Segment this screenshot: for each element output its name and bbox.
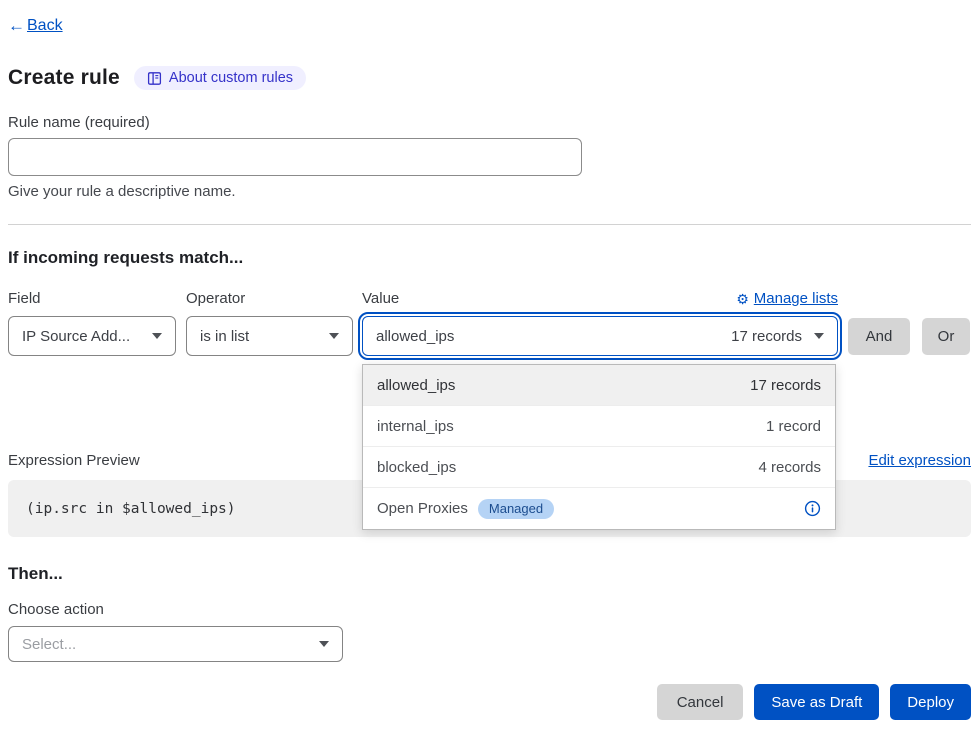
list-record-count: 4 records (758, 459, 821, 476)
book-icon (147, 71, 162, 86)
create-rule-page: ←Back Create rule About custom rules Rul… (0, 0, 979, 739)
manage-lists-label: Manage lists (754, 290, 838, 307)
chevron-down-icon (152, 333, 162, 339)
chevron-down-icon (319, 641, 329, 647)
about-custom-rules-link[interactable]: About custom rules (134, 66, 306, 90)
chevron-down-icon (814, 333, 824, 339)
value-dropdown-menu: allowed_ips 17 records internal_ips 1 re… (362, 364, 836, 530)
expression-preview-label: Expression Preview (8, 452, 140, 469)
list-record-count: 1 record (766, 418, 821, 435)
field-label: Field (8, 290, 186, 307)
back-arrow-icon: ← (8, 16, 25, 36)
operator-select[interactable]: is in list (186, 316, 353, 356)
action-select[interactable]: Select... (8, 626, 343, 662)
or-button[interactable]: Or (922, 318, 970, 355)
list-name: allowed_ips (377, 377, 455, 394)
value-select-wrapper: allowed_ips 17 records allowed_ips 17 re… (362, 316, 838, 356)
operator-label: Operator (186, 290, 362, 307)
managed-badge: Managed (478, 499, 554, 519)
info-icon[interactable] (804, 500, 821, 517)
cancel-button[interactable]: Cancel (657, 684, 744, 720)
rule-name-helper-text: Give your rule a descriptive name. (8, 183, 971, 200)
value-selected-count: 17 records (731, 328, 802, 345)
then-heading: Then... (8, 564, 971, 584)
field-selected-value: IP Source Add... (22, 328, 130, 345)
dropdown-item-allowed-ips[interactable]: allowed_ips 17 records (363, 365, 835, 406)
match-heading: If incoming requests match... (8, 248, 971, 268)
list-name: Open Proxies (377, 500, 468, 517)
value-selected-name: allowed_ips (376, 328, 454, 345)
dropdown-item-blocked-ips[interactable]: blocked_ips 4 records (363, 447, 835, 488)
list-record-count: 17 records (750, 377, 821, 394)
action-select-placeholder: Select... (22, 636, 76, 653)
and-button[interactable]: And (848, 318, 910, 355)
chevron-down-icon (329, 333, 339, 339)
section-divider (8, 224, 971, 225)
about-badge-label: About custom rules (169, 70, 293, 86)
choose-action-label: Choose action (8, 601, 971, 618)
manage-lists-link[interactable]: ⚙ Manage lists (736, 290, 838, 307)
back-label: Back (27, 17, 63, 35)
list-name: internal_ips (377, 418, 454, 435)
edit-expression-link[interactable]: Edit expression (868, 452, 971, 469)
gear-icon: ⚙ (736, 292, 749, 306)
list-name: blocked_ips (377, 459, 456, 476)
deploy-button[interactable]: Deploy (890, 684, 971, 720)
back-link[interactable]: ←Back (8, 16, 63, 36)
rule-name-input[interactable] (8, 138, 582, 176)
value-select[interactable]: allowed_ips 17 records (362, 316, 838, 356)
rule-name-label: Rule name (required) (8, 114, 971, 131)
field-select[interactable]: IP Source Add... (8, 316, 176, 356)
operator-selected-value: is in list (200, 328, 249, 345)
page-title: Create rule (8, 66, 120, 90)
dropdown-item-open-proxies[interactable]: Open Proxies Managed (363, 488, 835, 529)
value-label: Value (362, 290, 399, 307)
dropdown-item-internal-ips[interactable]: internal_ips 1 record (363, 406, 835, 447)
save-as-draft-button[interactable]: Save as Draft (754, 684, 879, 720)
